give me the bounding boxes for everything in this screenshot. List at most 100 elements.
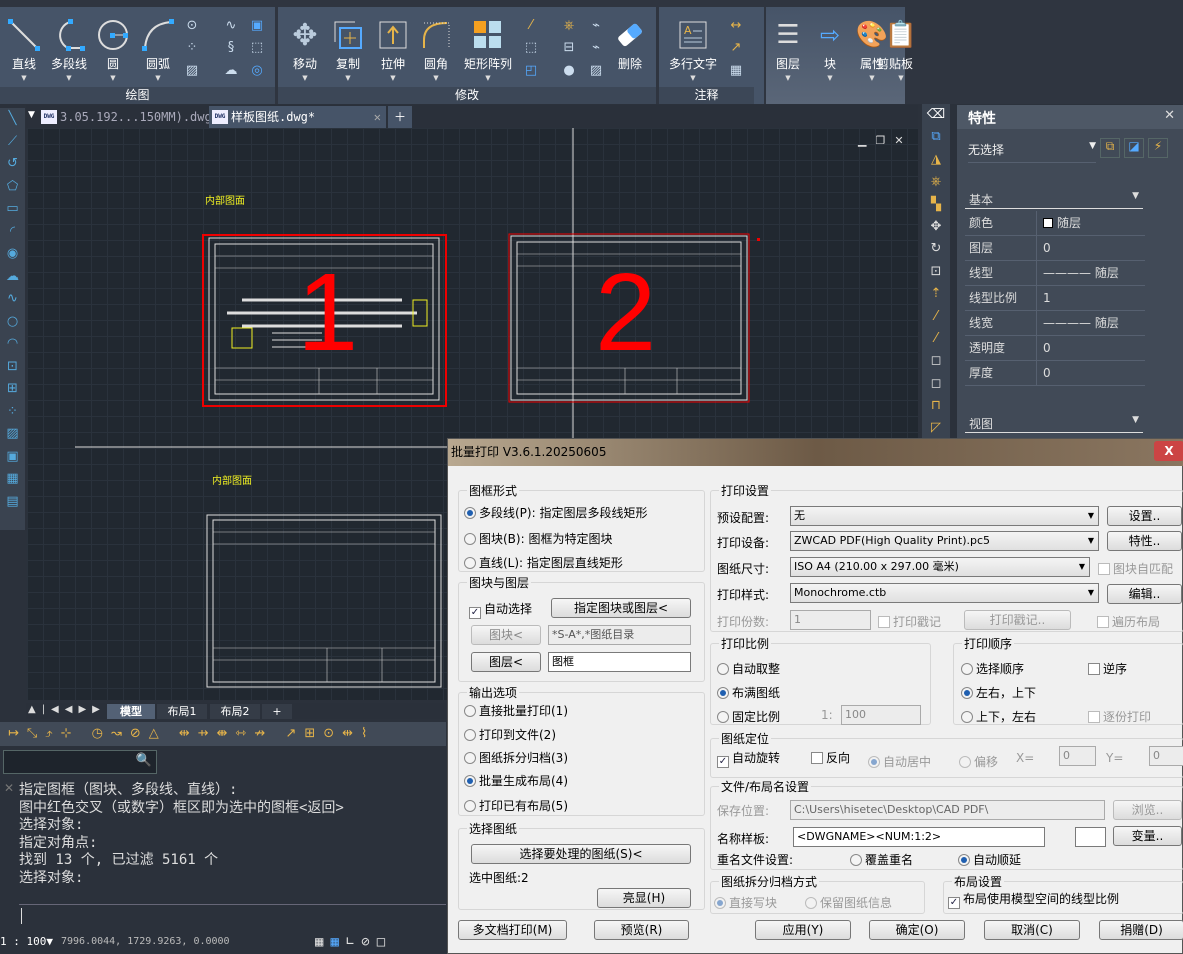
- multi-document-print-button[interactable]: 多文档打印(M): [458, 920, 567, 940]
- edit-style-button[interactable]: 编辑..: [1107, 584, 1182, 604]
- radio-auto-center[interactable]: 自动居中: [868, 753, 931, 770]
- clipboard-button[interactable]: 📋 剪贴板 ▼: [877, 17, 917, 82]
- chamfer-icon[interactable]: ◸: [922, 417, 950, 439]
- mirror-icon[interactable]: ⎈: [560, 17, 578, 35]
- boundary-icon[interactable]: ⬚: [248, 39, 266, 57]
- scale-icon[interactable]: ⊡: [922, 261, 950, 283]
- break-icon[interactable]: ◻: [922, 373, 950, 395]
- save-location-field[interactable]: C:\Users\hisetec\Desktop\CAD PDF\: [790, 800, 1105, 820]
- radio-order-selection[interactable]: 选择顺序: [961, 660, 1024, 677]
- donate-button[interactable]: 捐赠(D): [1099, 920, 1183, 940]
- dialog-titlebar[interactable]: 批量打印 V3.6.1.20250605 X: [448, 439, 1183, 466]
- plot-style-select[interactable]: Monochrome.ctb: [790, 583, 1099, 603]
- tab-document-2[interactable]: DWG 样板图纸.dwg* ✕: [209, 106, 386, 128]
- layer-pick-button[interactable]: 图层<: [471, 652, 541, 672]
- revcloud-s-icon[interactable]: §: [222, 39, 240, 57]
- section-view[interactable]: 视图 ▼: [965, 415, 1143, 433]
- radio-scale-auto[interactable]: 自动取整: [717, 660, 780, 677]
- hatch-icon[interactable]: ▨: [183, 62, 201, 80]
- property-row[interactable]: 线宽 ———— 随层: [965, 311, 1145, 336]
- radio-auto-increment[interactable]: 自动顺延: [958, 851, 1021, 868]
- erase-icon[interactable]: ⌫: [922, 104, 950, 126]
- radio-offset[interactable]: 偏移: [959, 753, 998, 770]
- search-icon[interactable]: 🔍: [136, 753, 152, 768]
- browse-button[interactable]: 浏览..: [1113, 800, 1182, 820]
- tab-layout2[interactable]: 布局2: [210, 704, 260, 719]
- tab-list-dropdown[interactable]: ▼: [28, 110, 35, 120]
- block-match-checkbox[interactable]: 图块自匹配: [1098, 560, 1173, 577]
- rect-array-button[interactable]: 矩形阵列 ▼: [458, 17, 518, 82]
- join-icon[interactable]: ⊓: [922, 395, 950, 417]
- printer-properties-button[interactable]: 特性..: [1107, 531, 1182, 551]
- rotate-icon[interactable]: ↻: [922, 238, 950, 260]
- cloud-icon[interactable]: ☁: [222, 62, 240, 80]
- join-icon[interactable]: ⌁: [587, 17, 605, 35]
- cancel-button[interactable]: 取消(C): [984, 920, 1080, 940]
- preview-button[interactable]: 预览(R): [594, 920, 689, 940]
- auto-rotate-checkbox[interactable]: ✓ 自动旋转: [717, 749, 780, 768]
- variable-preview-field[interactable]: [1075, 827, 1106, 847]
- tab-layout1[interactable]: 布局1: [157, 704, 207, 719]
- radio-output-layout[interactable]: 批量生成布局(4): [464, 772, 568, 789]
- fillet-button[interactable]: 圆角 ▼: [414, 17, 458, 82]
- preset-select[interactable]: 无: [790, 506, 1099, 526]
- stretch-button[interactable]: 拉伸 ▼: [371, 17, 415, 82]
- reverse-checkbox[interactable]: 反向: [811, 749, 850, 766]
- arc-button[interactable]: 圆弧 ▼: [136, 17, 180, 82]
- offset-y-field[interactable]: 0: [1149, 746, 1183, 766]
- radio-output-existing[interactable]: 打印已有布局(5): [464, 797, 568, 814]
- radio-order-lr-tb[interactable]: 左右，上下: [961, 684, 1036, 701]
- polyline-button[interactable]: 多段线 ▼: [47, 17, 91, 82]
- line-icon[interactable]: ╲: [0, 108, 25, 131]
- frame-3[interactable]: [206, 514, 442, 688]
- radio-overwrite[interactable]: 覆盖重名: [850, 851, 913, 868]
- layout-nav-arrows[interactable]: ▲|◀◀▶▶|: [28, 704, 115, 715]
- mirror-icon[interactable]: ◮: [922, 149, 950, 171]
- move-button[interactable]: ✥ 移动 ▼: [283, 17, 327, 83]
- arc-icon[interactable]: ◜: [0, 221, 25, 244]
- highlight-button[interactable]: 亮显(H): [597, 888, 691, 908]
- edit-hatch-icon[interactable]: ▨: [587, 62, 605, 80]
- traverse-layouts-checkbox[interactable]: 遍历布局: [1097, 613, 1160, 630]
- revcloud-icon[interactable]: ☁: [0, 266, 25, 289]
- close-icon[interactable]: ✕: [1164, 108, 1175, 123]
- hatch-icon[interactable]: ▨: [0, 423, 25, 446]
- plot-stamp-checkbox[interactable]: 打印戳记: [878, 613, 941, 630]
- break-point-icon[interactable]: ◻: [922, 350, 950, 372]
- ok-button[interactable]: 确定(O): [869, 920, 965, 940]
- status-toggles[interactable]: ▦▦∟⊘□: [315, 930, 392, 954]
- layer-name-field[interactable]: 图框: [548, 652, 691, 672]
- ellipse-icon[interactable]: ○: [0, 311, 25, 334]
- region-icon[interactable]: ▣: [0, 446, 25, 469]
- make-block-icon[interactable]: ⊞: [0, 378, 25, 401]
- extend-icon[interactable]: ⁄: [922, 328, 950, 350]
- radio-scale-fit[interactable]: 布满图纸: [717, 684, 780, 701]
- tab-model[interactable]: 模型: [107, 704, 155, 719]
- auto-select-checkbox[interactable]: ✓ 自动选择: [469, 600, 532, 619]
- collate-checkbox[interactable]: 逐份打印: [1088, 708, 1151, 725]
- layout-ltscale-checkbox[interactable]: ✓ 布局使用模型空间的线型比例: [948, 890, 1119, 909]
- section-basic[interactable]: 基本 ▼: [965, 191, 1143, 209]
- radio-output-split[interactable]: 图纸拆分归档(3): [464, 749, 568, 766]
- select-objects-icon[interactable]: ◪: [1124, 138, 1144, 158]
- new-tab-button[interactable]: ＋: [388, 106, 412, 128]
- property-row[interactable]: 线型比例 1: [965, 286, 1145, 311]
- divide-icon[interactable]: ⁘: [183, 39, 201, 57]
- offset-icon[interactable]: ⎈: [922, 171, 950, 193]
- spline-icon[interactable]: ∿: [0, 288, 25, 311]
- dimension-icon[interactable]: ↔: [727, 17, 745, 35]
- stretch-icon[interactable]: ⇡: [922, 283, 950, 305]
- property-row[interactable]: 颜色 随层: [965, 211, 1145, 236]
- dimension-toolbar[interactable]: ↦⤡⤴⊹ ◷↝⊘△ ⇹⇸⇼⇿↛ ↗⊞⊙⇹⌇: [0, 722, 446, 746]
- printer-select[interactable]: ZWCAD PDF(High Quality Print).pc5: [790, 531, 1099, 551]
- table-icon[interactable]: ▦: [0, 468, 25, 491]
- rectangle-icon[interactable]: ▭: [0, 198, 25, 221]
- reverse-order-checkbox[interactable]: 逆序: [1088, 660, 1127, 677]
- trim-icon[interactable]: ⁄: [922, 306, 950, 328]
- ellipse-arc-icon[interactable]: ◠: [0, 333, 25, 356]
- scale-ratio-field[interactable]: 100: [841, 705, 921, 725]
- property-row[interactable]: 厚度 0: [965, 361, 1145, 386]
- variables-button[interactable]: 变量..: [1113, 826, 1182, 846]
- insert-block-icon[interactable]: ⊡: [0, 356, 25, 379]
- radio-output-direct[interactable]: 直接批量打印(1): [464, 702, 568, 719]
